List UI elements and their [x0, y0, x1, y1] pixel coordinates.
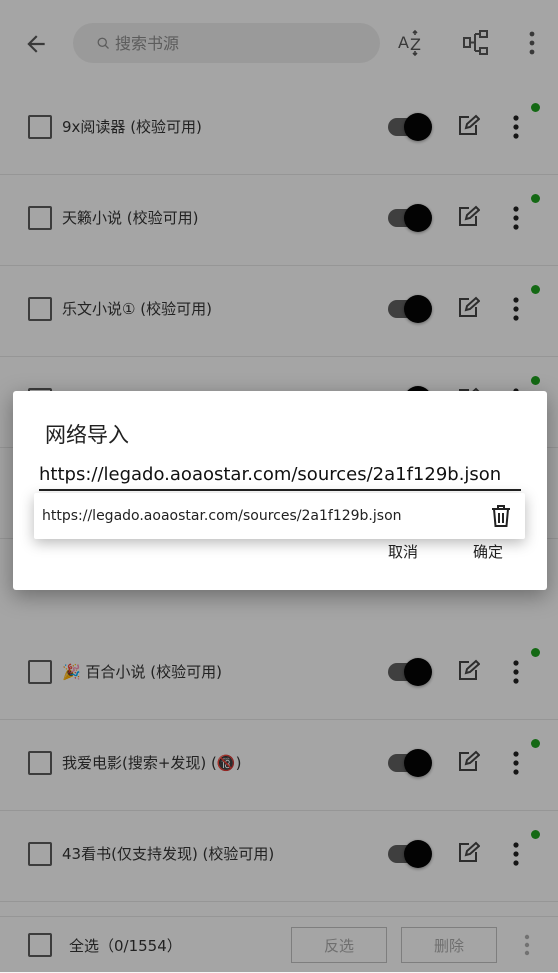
suggestion-item[interactable]: https://legado.aoaostar.com/sources/2a1f…	[42, 508, 402, 524]
cancel-button[interactable]: 取消	[388, 541, 418, 562]
trash-icon[interactable]	[490, 504, 512, 528]
network-import-dialog: 网络导入 取消 确定	[13, 391, 547, 590]
url-input[interactable]	[39, 459, 521, 491]
dialog-title: 网络导入	[45, 423, 129, 447]
url-suggestion-dropdown: https://legado.aoaostar.com/sources/2a1f…	[34, 493, 525, 539]
confirm-button[interactable]: 确定	[473, 541, 503, 562]
